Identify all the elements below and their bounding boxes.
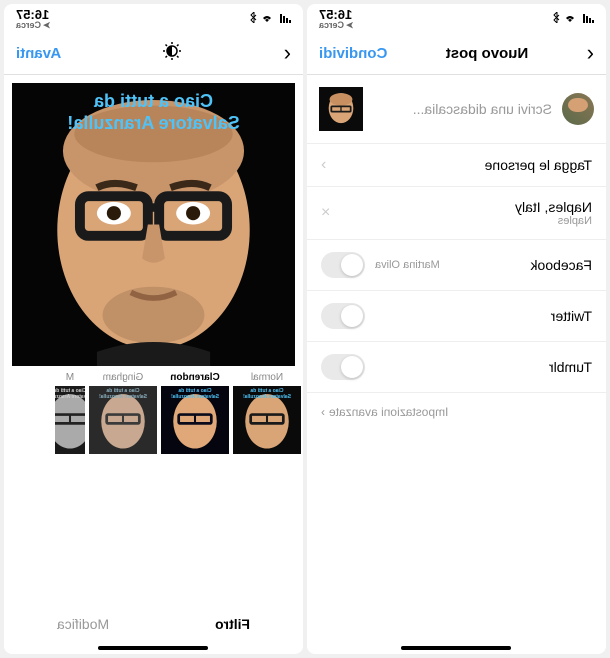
tab-filter[interactable]: Filtro [215, 616, 250, 632]
filter-clarendon[interactable]: Clarendon Ciao a tutti daSalvatore Aranz… [161, 372, 229, 454]
twitter-toggle[interactable] [321, 303, 365, 329]
new-post-screen: 16:57 ➤ Cerca ‹ Nuovo post Condividi Scr… [307, 4, 606, 654]
status-bar: 16:57 ➤ Cerca [307, 4, 606, 32]
nav-title: Nuovo post [446, 45, 529, 62]
tumblr-toggle[interactable] [321, 354, 365, 380]
post-thumbnail[interactable] [319, 87, 363, 131]
tag-people-label: Tagga le persone [485, 157, 592, 173]
status-search: ➤ Cerca [319, 21, 354, 30]
close-icon[interactable]: × [321, 204, 330, 222]
brightness-icon[interactable] [162, 41, 182, 66]
tab-edit[interactable]: Modifica [57, 616, 109, 632]
signal-icon [580, 12, 594, 26]
avatar [562, 93, 594, 125]
back-button[interactable]: ‹ [587, 40, 594, 66]
filter-gingham[interactable]: Gingham Ciao a tutti daSalvatore Aranzul… [89, 372, 157, 454]
status-search: ➤ Cerca [16, 21, 51, 30]
nav-bar: ‹ Avanti [4, 32, 303, 75]
filter-moon[interactable]: M Ciao a tutti daSalvatore Aranzulla! [55, 372, 85, 454]
location-row[interactable]: Naples, Italy Naples × [307, 186, 606, 239]
back-button[interactable]: ‹ [284, 40, 291, 66]
facebook-label: Facebook [531, 257, 592, 273]
location-label: Naples, Italy Naples [515, 199, 592, 227]
wifi-icon [563, 12, 577, 26]
advanced-settings-row[interactable]: Impostazioni avanzate › [307, 392, 606, 431]
compose-row: Scrivi una didascalia... [307, 75, 606, 143]
share-twitter-row: Twitter [307, 290, 606, 341]
bluetooth-icon [553, 12, 560, 26]
filter-strip[interactable]: Normal Ciao a tutti daSalvatore Aranzull… [4, 368, 303, 466]
text-overlay: Ciao a tutti da Salvatore Aranzulla! [12, 91, 295, 134]
chevron-right-icon: › [321, 156, 326, 174]
tumblr-label: Tumblr [549, 359, 592, 375]
wifi-icon [260, 12, 274, 26]
home-indicator[interactable] [402, 646, 512, 650]
image-preview[interactable]: Ciao a tutti da Salvatore Aranzulla! [12, 83, 295, 366]
twitter-label: Twitter [551, 308, 592, 324]
location-arrow-icon: ➤ [346, 21, 354, 30]
location-arrow-icon: ➤ [43, 21, 51, 30]
chevron-right-icon: › [321, 405, 325, 419]
bluetooth-icon [250, 12, 257, 26]
face-image [319, 87, 363, 131]
filter-screen: 16:57 ➤ Cerca ‹ Avanti [4, 4, 303, 654]
share-button[interactable]: Condividi [319, 45, 387, 62]
home-indicator[interactable] [99, 646, 209, 650]
tag-people-row[interactable]: Tagga le persone › [307, 143, 606, 186]
filter-normal[interactable]: Normal Ciao a tutti daSalvatore Aranzull… [233, 372, 301, 454]
status-bar: 16:57 ➤ Cerca [4, 4, 303, 32]
next-button[interactable]: Avanti [16, 45, 61, 62]
signal-icon [277, 12, 291, 26]
nav-bar: ‹ Nuovo post Condividi [307, 32, 606, 75]
facebook-account: Martina Oliva [375, 259, 440, 271]
share-tumblr-row: Tumblr [307, 341, 606, 392]
preview-area: Ciao a tutti da Salvatore Aranzulla! [4, 75, 303, 368]
share-facebook-row: Facebook Martina Oliva [307, 239, 606, 290]
facebook-toggle[interactable] [321, 252, 365, 278]
caption-input[interactable]: Scrivi una didascalia... [373, 101, 552, 117]
